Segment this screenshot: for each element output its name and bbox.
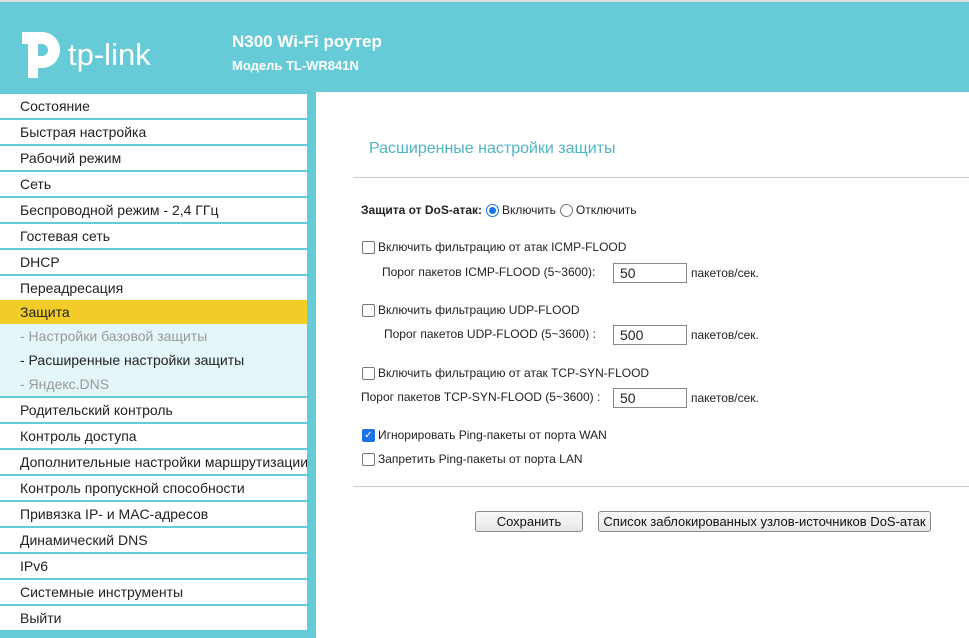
dos-enable-label: Включить bbox=[502, 203, 556, 217]
unit-label: пакетов/сек. bbox=[691, 391, 759, 405]
submenu-item[interactable]: - Настройки базовой защиты bbox=[0, 324, 307, 348]
unit-label: пакетов/сек. bbox=[691, 266, 759, 280]
sidebar-item[interactable]: IPv6 bbox=[0, 554, 307, 578]
dos-enable-radio[interactable] bbox=[486, 203, 500, 217]
sidebar-item[interactable]: DHCP bbox=[0, 250, 307, 274]
sidebar: Состояние Быстрая настройка Рабочий режи… bbox=[0, 92, 316, 638]
submenu-item-current[interactable]: - Расширенные настройки защиты bbox=[0, 348, 307, 372]
sidebar-item[interactable]: Гостевая сеть bbox=[0, 224, 307, 248]
page-title: Расширенные настройки защиты bbox=[369, 140, 616, 157]
blocked-hosts-button[interactable]: Список заблокированных узлов-источников … bbox=[598, 511, 931, 532]
sidebar-item[interactable]: Родительский контроль bbox=[0, 398, 307, 422]
lan-ping-checkbox[interactable] bbox=[362, 452, 375, 466]
submenu-item[interactable]: - Яндекс.DNS bbox=[0, 372, 307, 396]
icmp-check-label: Включить фильтрацию от атак ICMP-FLOOD bbox=[378, 240, 627, 254]
wan-ping-checkbox[interactable]: ✓ bbox=[362, 428, 375, 442]
model-name: Модель TL-WR841N bbox=[232, 58, 359, 73]
tp-link-logo: tp-link bbox=[20, 30, 151, 80]
tcp-threshold-label: Порог пакетов TCP-SYN-FLOOD (5~3600) : bbox=[361, 390, 601, 404]
sidebar-item-active[interactable]: Защита bbox=[0, 300, 307, 324]
udp-checkbox[interactable] bbox=[362, 303, 375, 317]
lan-ping-label: Запретить Ping-пакеты от порта LAN bbox=[378, 452, 583, 466]
save-button[interactable]: Сохранить bbox=[475, 511, 583, 532]
sidebar-item[interactable]: Привязка IP- и MAC-адресов bbox=[0, 502, 307, 526]
icmp-threshold-label: Порог пакетов ICMP-FLOOD (5~3600): bbox=[382, 265, 596, 279]
udp-threshold-label: Порог пакетов UDP-FLOOD (5~3600) : bbox=[384, 327, 596, 341]
tcp-threshold-input[interactable]: 50 bbox=[613, 388, 687, 408]
udp-check-label: Включить фильтрацию UDP-FLOOD bbox=[378, 303, 580, 317]
divider bbox=[353, 177, 969, 178]
sidebar-item[interactable]: Выйти bbox=[0, 606, 307, 630]
udp-threshold-input[interactable]: 500 bbox=[613, 325, 687, 345]
sidebar-item[interactable]: Дополнительные настройки маршрутизации bbox=[0, 450, 307, 474]
sidebar-item[interactable]: Переадресация bbox=[0, 276, 307, 300]
sidebar-item[interactable]: Контроль доступа bbox=[0, 424, 307, 448]
sidebar-item[interactable]: Системные инструменты bbox=[0, 580, 307, 604]
sidebar-item[interactable]: Контроль пропускной способности bbox=[0, 476, 307, 500]
sidebar-item[interactable]: Рабочий режим bbox=[0, 146, 307, 170]
dos-disable-label: Отключить bbox=[575, 203, 637, 217]
icmp-threshold-input[interactable]: 50 bbox=[613, 263, 687, 283]
tcp-checkbox[interactable] bbox=[362, 366, 375, 380]
unit-label: пакетов/сек. bbox=[691, 328, 759, 342]
dos-label: Защита от DoS-атак: bbox=[361, 203, 483, 217]
divider bbox=[353, 486, 969, 487]
submenu: - Настройки базовой защиты - Расширенные… bbox=[0, 324, 307, 396]
dos-disable-radio[interactable] bbox=[559, 203, 573, 217]
header: tp-link N300 Wi-Fi роутер Модель TL-WR84… bbox=[0, 0, 969, 92]
icmp-checkbox[interactable] bbox=[362, 240, 375, 254]
sidebar-item[interactable]: Быстрая настройка bbox=[0, 120, 307, 144]
wan-ping-label: Игнорировать Ping-пакеты от порта WAN bbox=[378, 428, 607, 442]
main-content: Расширенные настройки защиты Защита от D… bbox=[316, 92, 969, 638]
router-name: N300 Wi-Fi роутер bbox=[232, 32, 382, 51]
tcp-check-label: Включить фильтрацию от атак TCP-SYN-FLOO… bbox=[378, 366, 650, 380]
sidebar-item[interactable]: Беспроводной режим - 2,4 ГГц bbox=[0, 198, 307, 222]
sidebar-item[interactable]: Динамический DNS bbox=[0, 528, 307, 552]
sidebar-item[interactable]: Состояние bbox=[0, 94, 307, 118]
sidebar-item[interactable]: Сеть bbox=[0, 172, 307, 196]
